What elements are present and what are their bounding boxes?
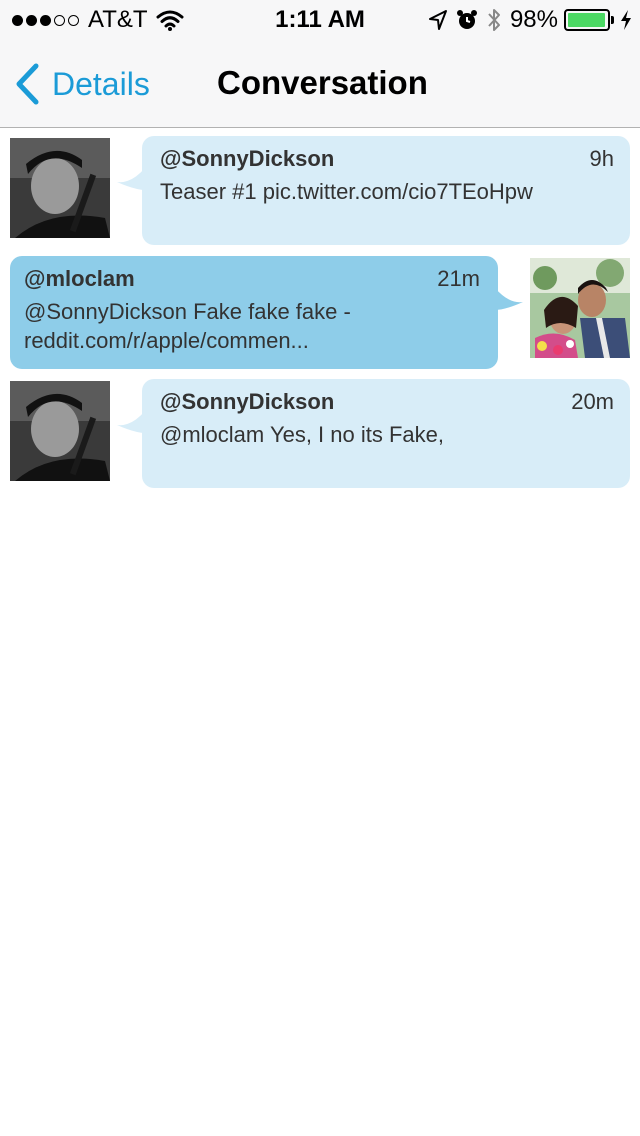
message-time: 9h <box>589 146 614 171</box>
message-author[interactable]: @SonnyDickson <box>160 146 334 172</box>
location-arrow-icon <box>428 10 447 30</box>
message-text: @mloclam Yes, I no its Fake, <box>160 422 445 447</box>
status-bar: AT&T 1:11 AM 98% <box>0 0 640 40</box>
bubble-tail <box>117 411 145 433</box>
avatar[interactable] <box>530 258 630 358</box>
message-text-line-2[interactable]: reddit.com/r/apple/commen... <box>24 325 309 356</box>
bluetooth-icon <box>488 9 500 31</box>
message-bubble[interactable]: @mloclam 21m @SonnyDickson Fake fake fak… <box>10 256 498 369</box>
message-bubble[interactable]: @SonnyDickson 20m @mloclam Yes, I no its… <box>142 379 630 488</box>
chevron-left-icon <box>16 63 39 105</box>
page-title: Conversation <box>217 64 428 101</box>
status-right: 98% <box>420 6 632 34</box>
message-text: Teaser #1 pic.twitter.com/cio7TEoHpw <box>160 179 533 204</box>
bubble-tail <box>117 168 145 190</box>
message-time: 20m <box>571 389 614 414</box>
back-button[interactable]: Details <box>14 62 150 106</box>
avatar[interactable] <box>10 138 110 238</box>
battery-tip <box>611 16 614 24</box>
battery-icon <box>564 9 610 31</box>
conversation-item[interactable]: @SonnyDickson 20m @mloclam Yes, I no its… <box>0 379 640 491</box>
conversation-item[interactable]: @mloclam 21m @SonnyDickson Fake fake fak… <box>0 256 640 372</box>
bubble-tail <box>495 288 523 310</box>
charging-bolt-icon <box>621 10 631 30</box>
message-author[interactable]: @mloclam <box>24 266 135 292</box>
conversation-item[interactable]: @SonnyDickson 9h Teaser #1 pic.twitter.c… <box>0 136 640 248</box>
message-bubble[interactable]: @SonnyDickson 9h Teaser #1 pic.twitter.c… <box>142 136 630 245</box>
battery-percent: 98% <box>509 6 558 33</box>
back-button-label: Details <box>52 65 150 102</box>
navigation-bar: Details Conversation <box>0 40 640 128</box>
message-author[interactable]: @SonnyDickson <box>160 389 334 415</box>
avatar[interactable] <box>10 381 110 481</box>
message-time: 21m <box>437 266 480 291</box>
message-text-line-1: @SonnyDickson Fake fake fake - <box>24 299 351 324</box>
alarm-clock-icon <box>456 10 477 29</box>
